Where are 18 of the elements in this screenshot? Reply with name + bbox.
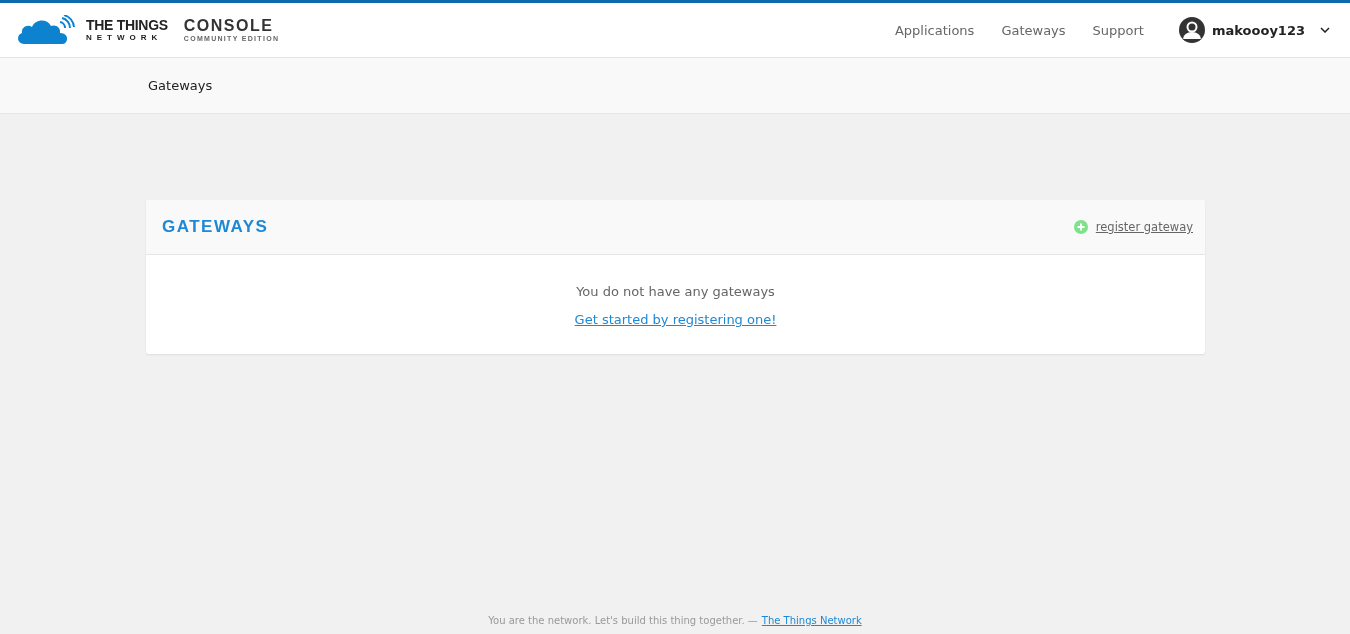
plus-icon <box>1073 220 1088 234</box>
nav-link[interactable]: Applications <box>894 22 975 38</box>
card-title: GATEWAYS <box>162 217 269 237</box>
username[interactable]: makoooy123 <box>1211 22 1305 38</box>
caret-icon[interactable] <box>1320 27 1330 33</box>
avatar-icon[interactable] <box>1178 17 1205 43</box>
register-gateway-link[interactable]: register gateway <box>1073 220 1193 234</box>
register-link[interactable]: Get started by registering one! <box>574 312 777 327</box>
breadcrumb[interactable]: Gateways <box>148 78 213 93</box>
cloud-logo-icon <box>16 15 76 45</box>
brand-subtitle: NETWORK <box>86 32 164 43</box>
nav-link[interactable]: Support <box>1092 22 1144 38</box>
product-name: CONSOLE <box>183 16 275 34</box>
footer-text: You are the network. Let's build this thing together. — <box>488 615 758 626</box>
nav-link[interactable]: Gateways <box>1001 22 1066 38</box>
empty-message: You do not have any gateways <box>576 284 775 299</box>
footer-link[interactable]: The Things Network <box>761 615 862 626</box>
brand-name: THE THINGS <box>86 17 168 33</box>
